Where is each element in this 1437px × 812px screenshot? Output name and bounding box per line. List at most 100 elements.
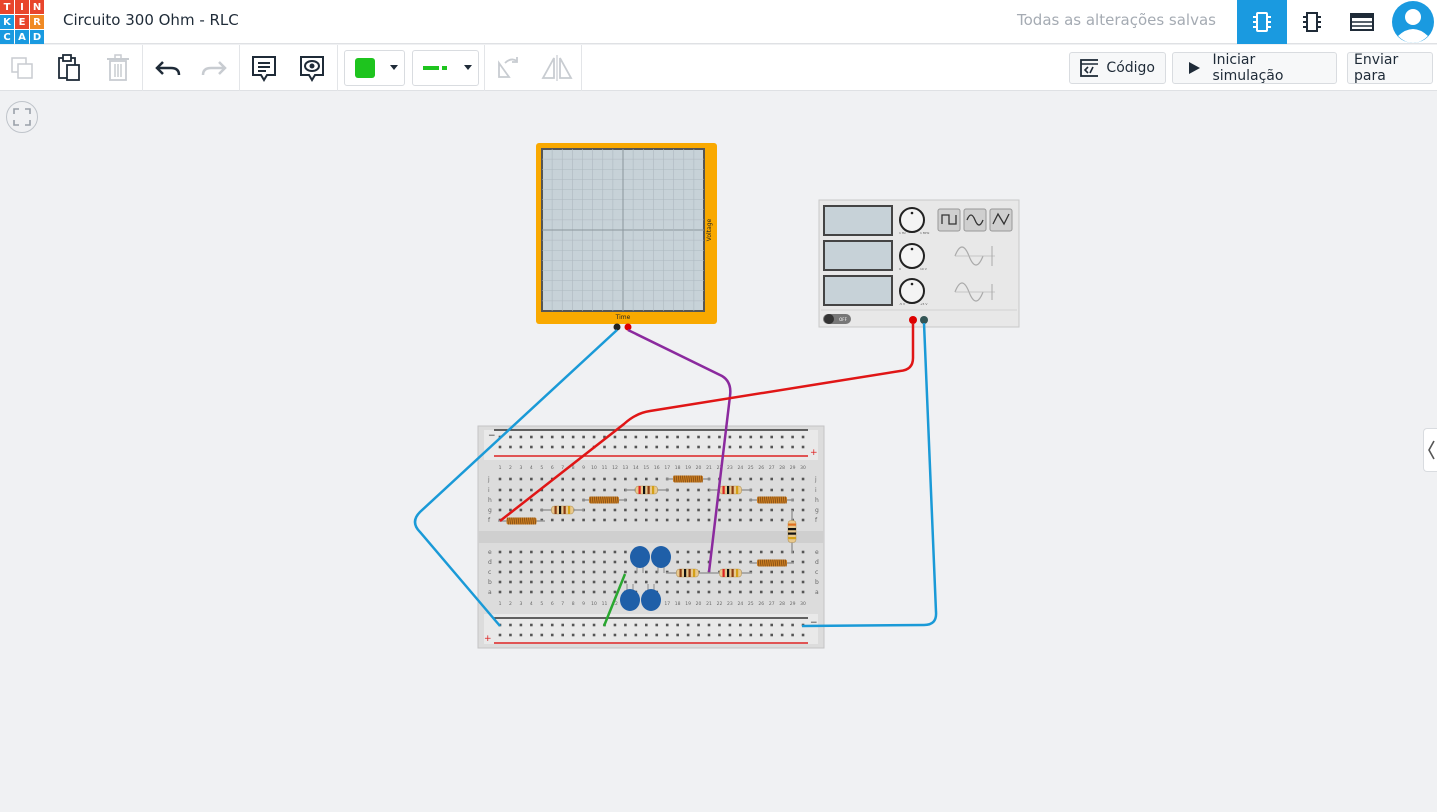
row-letter: g [815,507,819,514]
oscilloscope-x-label: Time [615,314,631,321]
column-number: 27 [769,601,775,607]
logo-letter: D [30,30,44,44]
redo-button[interactable] [200,45,228,91]
toggle-notes-visibility-button[interactable] [298,45,326,91]
undo-button[interactable] [154,45,182,91]
column-number: 24 [737,465,743,471]
start-simulation-button[interactable]: Iniciar simulação [1172,52,1337,84]
oscilloscope-positive-terminal[interactable] [624,323,632,331]
start-simulation-label: Iniciar simulação [1212,52,1284,84]
rotate-button[interactable] [494,45,522,91]
wire-type-dropdown[interactable] [412,50,479,86]
column-number: 24 [737,601,743,607]
column-number: 4 [530,465,533,471]
logo-letter: I [15,0,29,14]
code-button[interactable]: Código [1069,52,1166,84]
oscilloscope[interactable]: Voltage Time [536,143,717,331]
chevron-down-icon [390,65,398,70]
generator-knob[interactable] [899,243,925,269]
triangle-wave-button[interactable] [989,208,1013,232]
toolbar-divider [581,45,582,91]
avatar-icon [1392,1,1434,43]
fill-color-swatch [355,58,375,78]
row-letter: c [488,569,491,576]
logo-letter: A [15,30,29,44]
flip-button[interactable] [541,45,573,91]
column-number: 22 [717,601,723,607]
column-number: 20 [696,601,702,607]
toolbar-divider [337,45,338,91]
row-letter: g [488,507,492,514]
oscilloscope-negative-terminal[interactable] [613,323,621,331]
column-number: 25 [748,465,754,471]
circuit-scene: 1122334455667788991010111112121313141415… [413,143,1020,649]
circuit-view-button[interactable] [1237,0,1287,44]
column-number: 19 [685,601,691,607]
generator-knob[interactable] [899,207,925,233]
schematic-view-button[interactable] [1287,0,1337,44]
fit-view-icon [13,108,31,126]
row-letter: d [488,559,492,566]
sine-wave-button[interactable] [963,208,987,232]
column-number: 1 [499,601,502,607]
column-number: 29 [790,601,796,607]
notes-button[interactable] [250,45,278,91]
column-number: 2 [509,601,512,607]
column-number: 8 [572,601,575,607]
column-number: 6 [551,601,554,607]
column-number: 5 [540,601,543,607]
column-number: 3 [519,465,522,471]
row-letter: e [815,549,819,556]
column-number: 13 [623,465,629,471]
column-number: 26 [758,465,764,471]
schematic-view-icon [1303,12,1321,32]
generator-knob[interactable] [899,278,925,304]
logo-letter: N [30,0,44,14]
row-letter: b [815,579,819,586]
row-letter: h [815,497,819,504]
logo-letter: T [0,0,14,14]
column-number: 7 [561,601,564,607]
square-wave-button[interactable] [937,208,961,232]
delete-button[interactable] [104,45,132,91]
function-generator[interactable]: 1 Hz 1 MHz 0 10 V -5 V +5 V OFF [818,199,1020,328]
chevron-down-icon [464,65,472,70]
column-number: 28 [779,601,785,607]
column-number: 11 [602,465,608,471]
center-channel [478,531,824,543]
column-number: 18 [675,601,681,607]
send-to-button[interactable]: Enviar para [1347,52,1433,84]
generator-negative-terminal[interactable] [920,316,928,324]
fill-color-dropdown[interactable] [344,50,405,86]
toolbar-divider [239,45,240,91]
paste-button[interactable] [55,45,83,91]
redo-icon [201,61,227,76]
oscilloscope-y-label: Voltage [706,218,713,241]
column-number: 4 [530,601,533,607]
column-number: 16 [654,465,660,471]
code-icon [1080,59,1099,77]
circuit-canvas[interactable]: 1122334455667788991010111112121313141415… [0,92,1437,808]
column-number: 5 [540,465,543,471]
column-number: 14 [633,465,639,471]
components-panel-toggle[interactable] [1423,428,1437,472]
tinkercad-logo[interactable]: TIN KER CAD [0,0,44,44]
rotate-icon [498,57,518,78]
row-letter: j [487,476,490,483]
column-number: 20 [696,465,702,471]
user-avatar[interactable] [1389,0,1437,44]
breadboard[interactable]: 1122334455667788991010111112121313141415… [477,425,825,649]
project-title[interactable]: Circuito 300 Ohm - RLC [63,11,239,29]
copy-button[interactable] [8,45,36,91]
generator-positive-terminal[interactable] [909,316,917,324]
row-letter: j [814,476,817,483]
component-list-button[interactable] [1337,0,1387,44]
circuit-view-icon [1253,12,1271,32]
note-icon [252,56,276,82]
fit-view-button[interactable] [6,101,38,133]
logo-letter: K [0,15,14,29]
logo-letter: E [15,15,29,29]
logo-letter: C [0,30,14,44]
play-icon [1189,62,1200,74]
power-switch[interactable]: OFF [823,314,851,324]
